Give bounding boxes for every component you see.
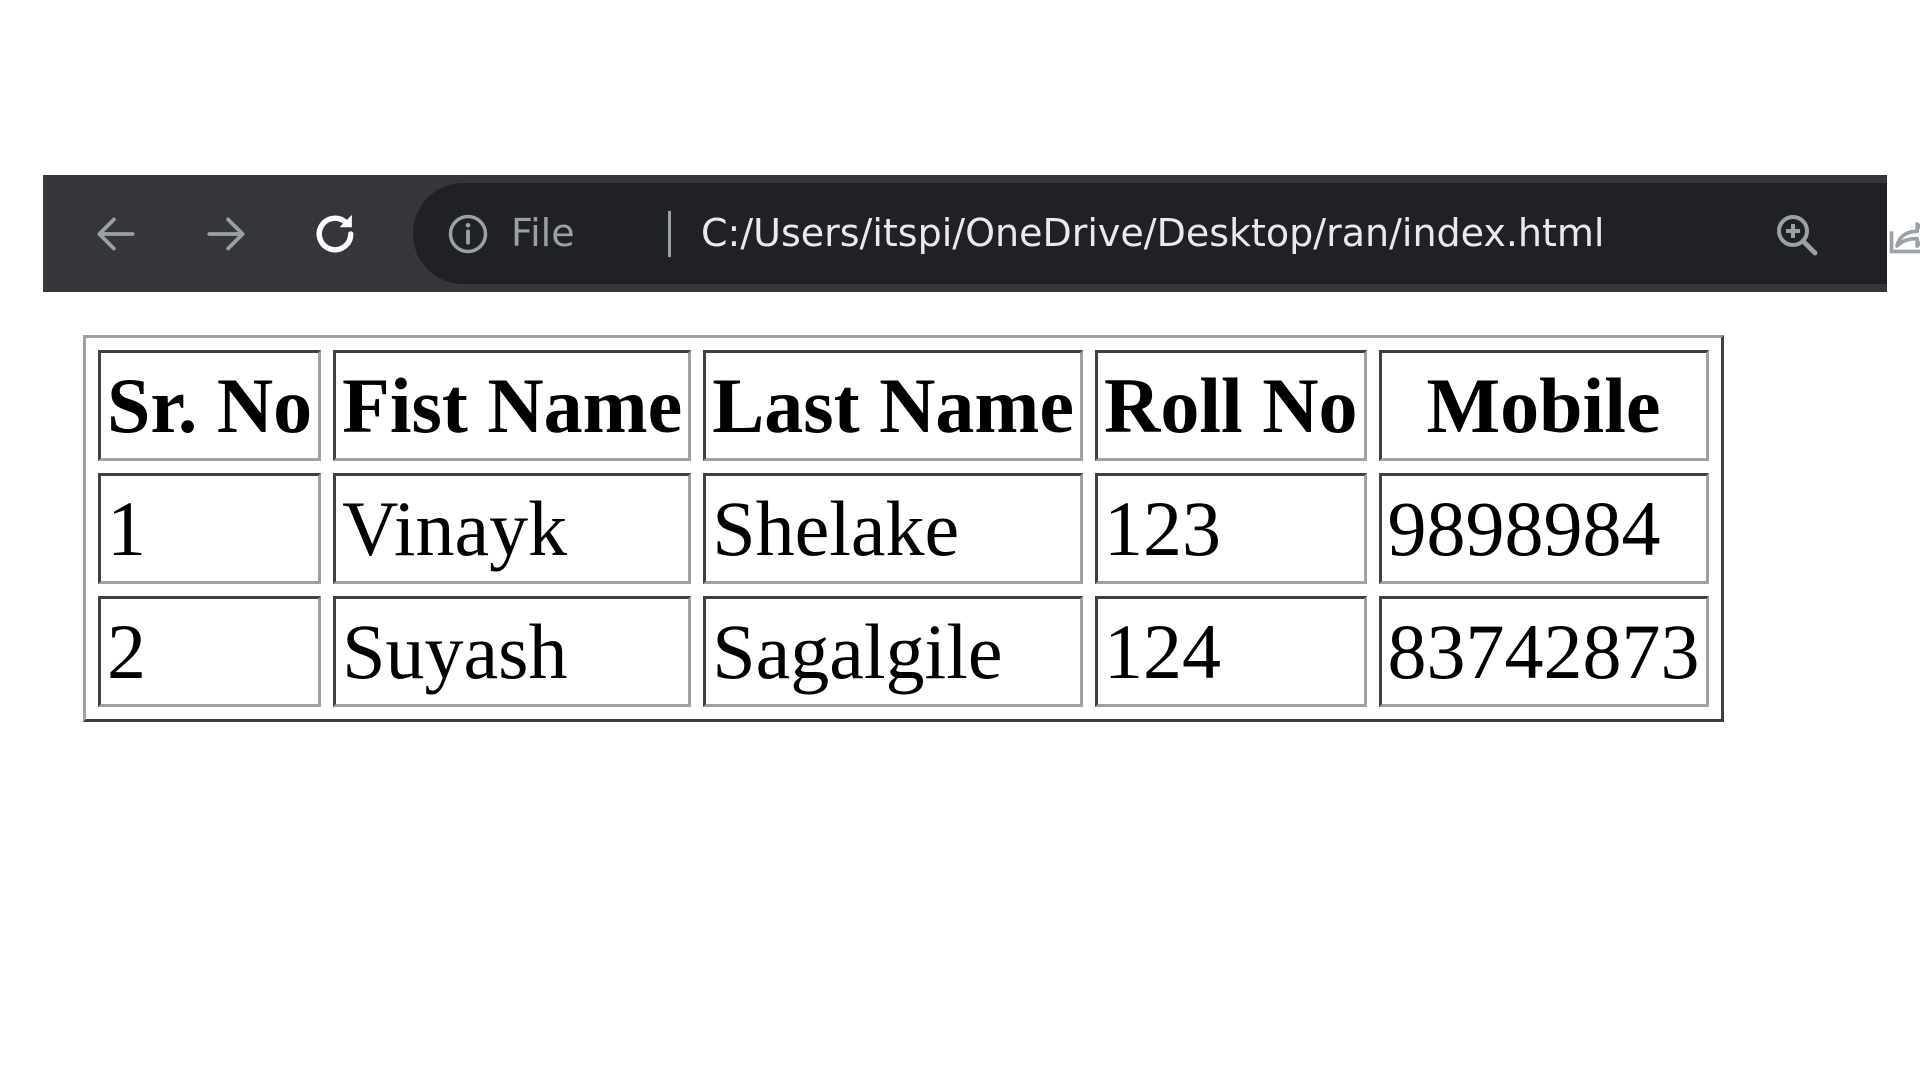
student-table: Sr. No Fist Name Last Name Roll No Mobil…: [83, 335, 1724, 722]
header-first-name: Fist Name: [333, 350, 692, 461]
address-divider: [668, 211, 671, 257]
header-roll-no: Roll No: [1095, 350, 1367, 461]
file-label: File: [511, 211, 575, 255]
cell-mobile: 9898984: [1378, 473, 1709, 584]
cell-sr-no: 1: [98, 473, 322, 584]
reload-button[interactable]: [295, 175, 375, 292]
browser-toolbar: File C:/Users/itspi/OneDrive/Desktop/ran…: [43, 175, 1920, 292]
cell-first-name: Vinayk: [333, 473, 692, 584]
cell-roll-no: 123: [1095, 473, 1367, 584]
url-text[interactable]: C:/Users/itspi/OneDrive/Desktop/ran/inde…: [701, 183, 1604, 284]
address-bar[interactable]: File C:/Users/itspi/OneDrive/Desktop/ran…: [413, 183, 1920, 284]
forward-arrow-icon: [207, 217, 245, 250]
back-button[interactable]: [76, 175, 156, 292]
cell-first-name: Suyash: [333, 596, 692, 707]
cell-sr-no: 2: [98, 596, 322, 707]
cell-mobile: 83742873: [1378, 596, 1709, 707]
forward-button[interactable]: [186, 175, 266, 292]
header-mobile: Mobile: [1378, 350, 1709, 461]
table-header-row: Sr. No Fist Name Last Name Roll No Mobil…: [98, 350, 1709, 461]
reload-icon: [316, 214, 354, 252]
header-sr-no: Sr. No: [98, 350, 322, 461]
zoom-icon[interactable]: [1773, 211, 1821, 259]
page: File C:/Users/itspi/OneDrive/Desktop/ran…: [0, 0, 1920, 1080]
table-row: 2 Suyash Sagalgile 124 83742873: [98, 596, 1709, 707]
cell-last-name: Shelake: [703, 473, 1084, 584]
table-row: 1 Vinayk Shelake 123 9898984: [98, 473, 1709, 584]
back-arrow-icon: [97, 217, 135, 250]
cell-roll-no: 124: [1095, 596, 1367, 707]
info-icon[interactable]: [447, 213, 489, 255]
header-last-name: Last Name: [703, 350, 1084, 461]
share-icon[interactable]: [1886, 213, 1920, 257]
cell-last-name: Sagalgile: [703, 596, 1084, 707]
